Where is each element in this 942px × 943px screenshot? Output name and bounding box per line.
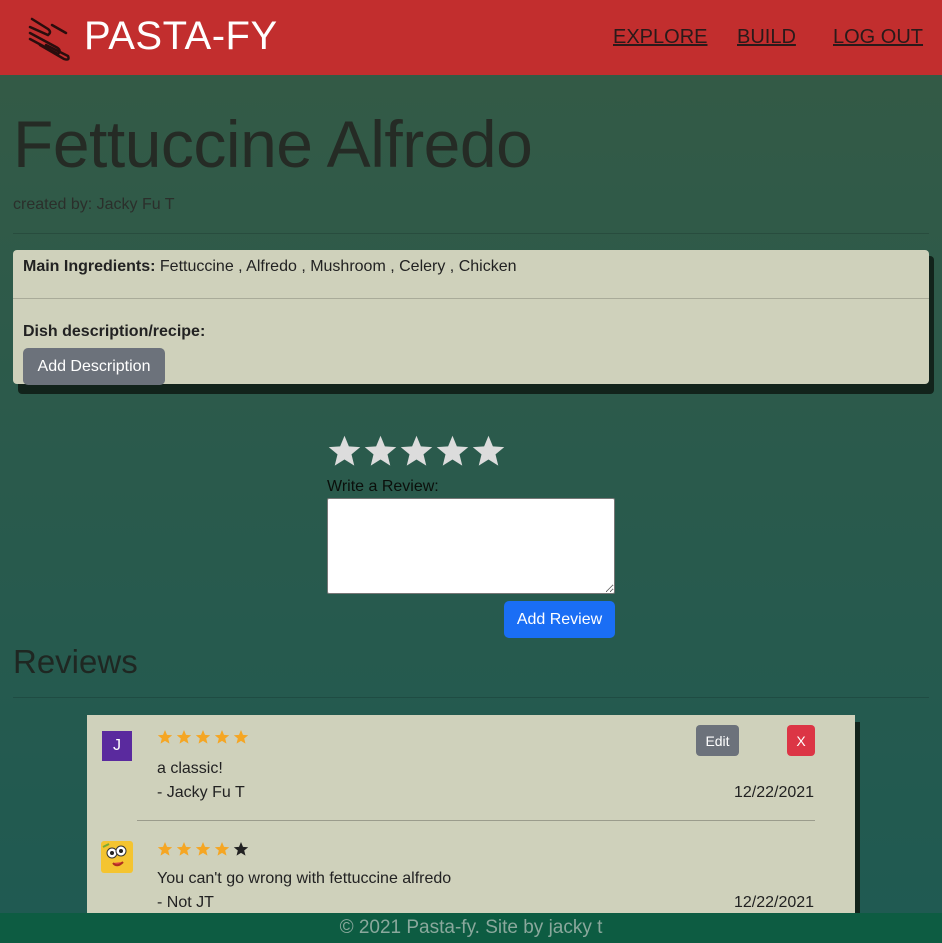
rating-star-input[interactable] xyxy=(327,432,506,470)
review-rating xyxy=(157,841,249,857)
footer-text: © 2021 Pasta-fy. Site by jacky t xyxy=(339,917,603,938)
review-author: - Jacky Fu T xyxy=(157,784,245,801)
ingredients-list: Fettuccine , Alfredo , Mushroom , Celery… xyxy=(159,258,517,275)
delete-review-button[interactable]: X xyxy=(787,725,815,756)
review-rating xyxy=(157,729,249,745)
dish-info-card: Main Ingredients: Fettuccine , Alfredo ,… xyxy=(13,250,929,385)
review-date: 12/22/2021 xyxy=(734,894,815,911)
brand-title[interactable]: PASTA-FY xyxy=(84,14,278,59)
star-filled-icon xyxy=(214,730,230,744)
review-item: J Edit X a classic! - Jacky Fu T 12/22/2… xyxy=(87,715,855,821)
rating-star-3-icon[interactable] xyxy=(399,432,434,470)
review-item: You can't go wrong with fettuccine alfre… xyxy=(87,821,855,925)
review-date: 12/22/2021 xyxy=(734,784,815,801)
review-text: a classic! xyxy=(157,760,223,777)
divider xyxy=(13,697,929,698)
divider xyxy=(13,298,929,299)
avatar: J xyxy=(102,731,132,761)
star-filled-icon xyxy=(233,730,249,744)
navbar: PASTA-FY EXPLORE BUILD LOG OUT xyxy=(0,0,942,75)
dish-title: Fettuccine Alfredo xyxy=(13,107,533,181)
nav-explore-link[interactable]: EXPLORE xyxy=(613,26,707,49)
reviews-list: J Edit X a classic! - Jacky Fu T 12/22/2… xyxy=(87,715,855,925)
rating-star-2-icon[interactable] xyxy=(363,432,398,470)
star-filled-icon xyxy=(176,730,192,744)
rating-star-4-icon[interactable] xyxy=(435,432,470,470)
star-filled-icon xyxy=(157,730,173,744)
add-review-button[interactable]: Add Review xyxy=(504,601,615,638)
rating-star-1-icon[interactable] xyxy=(327,432,362,470)
nav-build-link[interactable]: BUILD xyxy=(737,26,796,49)
review-textarea[interactable] xyxy=(327,498,615,594)
rating-star-5-icon[interactable] xyxy=(471,432,506,470)
star-filled-icon xyxy=(214,842,230,856)
nav-logout-link[interactable]: LOG OUT xyxy=(833,26,923,49)
star-empty-icon xyxy=(233,842,249,856)
edit-review-button[interactable]: Edit xyxy=(696,725,739,756)
write-review-label: Write a Review: xyxy=(327,478,439,495)
emoji-avatar-icon xyxy=(101,841,133,873)
review-text: You can't go wrong with fettuccine alfre… xyxy=(157,870,452,887)
ingredients-row: Main Ingredients: Fettuccine , Alfredo ,… xyxy=(23,258,517,276)
reviews-heading: Reviews xyxy=(13,643,138,680)
pasta-logo-icon[interactable] xyxy=(26,15,72,61)
star-filled-icon xyxy=(195,842,211,856)
description-label: Dish description/recipe: xyxy=(23,323,206,340)
add-description-button[interactable]: Add Description xyxy=(23,348,165,385)
ingredients-label: Main Ingredients: xyxy=(23,258,156,275)
divider xyxy=(13,233,929,234)
star-filled-icon xyxy=(176,842,192,856)
dish-creator: created by: Jacky Fu T xyxy=(13,196,175,213)
footer: © 2021 Pasta-fy. Site by jacky t xyxy=(0,913,942,943)
review-author: - Not JT xyxy=(157,894,214,911)
star-filled-icon xyxy=(195,730,211,744)
star-filled-icon xyxy=(157,842,173,856)
